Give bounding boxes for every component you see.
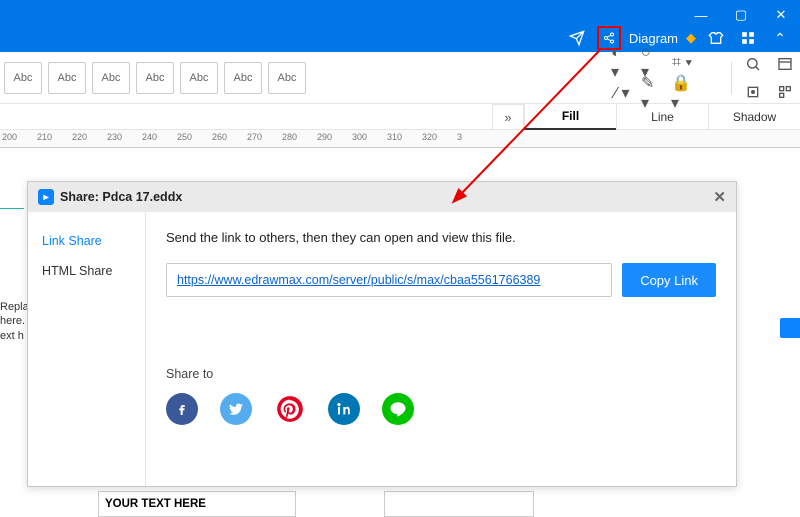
search-icon[interactable] [742,53,764,75]
line-tool-icon[interactable]: ∕ ▾ [611,82,633,104]
share-url-input[interactable] [166,263,612,297]
shape-edge [0,208,24,209]
fill-tool-icon[interactable]: ◐ ▾ [611,52,633,74]
title-bar-actions: Diagram ◆ ⌃ [565,26,792,50]
focus-icon[interactable] [742,81,764,103]
your-text-box[interactable]: YOUR TEXT HERE [98,491,296,517]
text-fragment: Repla here. ext h [0,300,29,343]
style-preset[interactable]: Abc [268,62,306,94]
title-bar: Diagram ◆ ⌃ — ▢ ✕ [0,0,800,52]
panel-icon[interactable] [774,53,796,75]
twitter-icon[interactable] [220,393,252,425]
sidebar-item-link-share[interactable]: Link Share [28,226,145,256]
share-to-label: Share to [166,367,716,381]
shape-tool-icon[interactable]: ○ ▾ [641,52,663,74]
maximize-button[interactable]: ▢ [730,4,752,26]
line-icon[interactable] [382,393,414,425]
tab-shadow[interactable]: Shadow [708,104,800,130]
style-preset[interactable]: Abc [180,62,218,94]
dialog-close-button[interactable]: ✕ [713,188,726,206]
facebook-icon[interactable] [166,393,198,425]
apps-icon[interactable] [736,26,760,50]
share-dialog: ▸ Share: Pdca 17.eddx ✕ Link Share HTML … [27,181,737,487]
format-toolbar: Abc Abc Abc Abc Abc Abc Abc ◐ ▾ ○ ▾ ⌗ ▾ … [0,52,800,104]
diamond-icon[interactable]: ◆ [686,30,696,46]
pinterest-icon[interactable] [274,393,306,425]
style-preset[interactable]: Abc [92,62,130,94]
tab-fill[interactable]: Fill [524,104,616,130]
linkedin-icon[interactable] [328,393,360,425]
dialog-title: Share: Pdca 17.eddx [60,190,182,204]
grid-icon[interactable] [774,81,796,103]
tabs-chevron-icon[interactable]: » [492,104,524,130]
horizontal-ruler: 200 210 220 230 240 250 260 270 280 290 … [0,130,800,148]
chevron-up-icon[interactable]: ⌃ [768,26,792,50]
style-preset[interactable]: Abc [4,62,42,94]
lock-tool-icon[interactable]: 🔒 ▾ [671,82,693,104]
tshirt-icon[interactable] [704,26,728,50]
close-window-button[interactable]: ✕ [770,4,792,26]
app-logo-icon: ▸ [38,189,54,205]
sidebar-item-html-share[interactable]: HTML Share [28,256,145,286]
minimize-button[interactable]: — [690,4,712,26]
copy-link-button[interactable]: Copy Link [622,263,716,297]
style-preset[interactable]: Abc [136,62,174,94]
pen-tool-icon[interactable]: ✎ ▾ [641,82,663,104]
dialog-content: Send the link to others, then they can o… [146,212,736,486]
dialog-sidebar: Link Share HTML Share [28,212,146,486]
share-instructions: Send the link to others, then they can o… [166,230,716,245]
dialog-header: ▸ Share: Pdca 17.eddx ✕ [28,182,736,212]
style-preset[interactable]: Abc [48,62,86,94]
panel-tab-icon[interactable] [780,318,800,338]
social-share-row [166,393,716,425]
style-preset[interactable]: Abc [224,62,262,94]
crop-tool-icon[interactable]: ⌗ ▾ [671,52,693,74]
send-icon[interactable] [565,26,589,50]
